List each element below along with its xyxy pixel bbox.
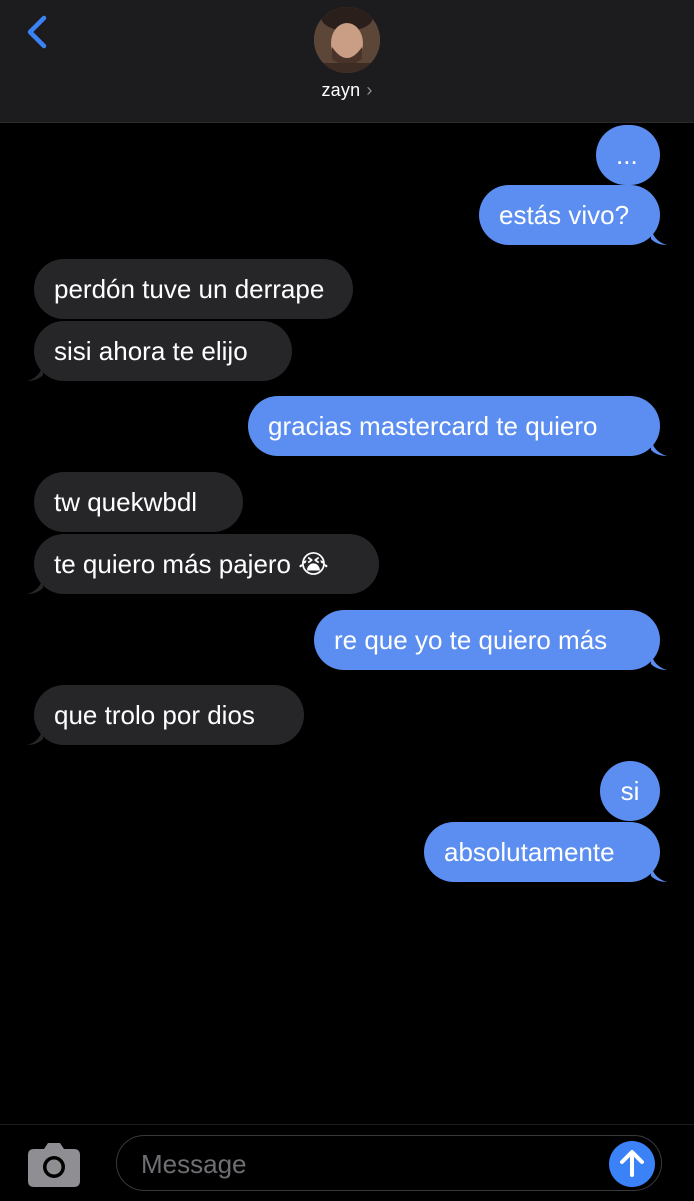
bubble-tail <box>651 227 667 245</box>
message-bubble-received[interactable]: sisi ahora te elijo <box>27 321 292 381</box>
send-button[interactable] <box>609 1141 655 1187</box>
bubble-tail <box>651 864 667 882</box>
message-bubble-received[interactable]: perdón tuve un derrape <box>34 259 353 319</box>
composer-bar <box>0 1124 694 1201</box>
message-text: ... <box>616 140 638 170</box>
message-text: estás vivo? <box>499 200 630 230</box>
message-bubble-received[interactable]: te quiero más pajero 😭 <box>27 534 379 594</box>
chevron-left-icon <box>27 15 47 49</box>
message-text: sisi ahora te elijo <box>54 336 248 366</box>
avatar-photo <box>314 7 380 73</box>
message-text: que trolo por dios <box>54 700 255 730</box>
message-bubble-sent[interactable]: gracias mastercard te quiero <box>248 396 667 456</box>
bubble-tail <box>27 727 43 745</box>
bubble-tail <box>27 363 43 381</box>
bubble-tail <box>27 576 43 594</box>
message-bubble-received[interactable]: que trolo por dios <box>27 685 304 745</box>
message-text: absolutamente <box>444 837 615 867</box>
message-field[interactable] <box>116 1135 662 1191</box>
bubble-tail <box>651 438 667 456</box>
message-bubble-sent[interactable]: si <box>600 761 660 821</box>
bubble-tail <box>651 652 667 670</box>
camera-button[interactable] <box>26 1141 82 1189</box>
contact-name[interactable]: zayn › <box>0 80 694 101</box>
arrow-up-icon <box>620 1150 644 1177</box>
message-bubble-sent[interactable]: ... <box>596 125 660 185</box>
back-button[interactable] <box>20 12 60 56</box>
camera-icon <box>28 1143 80 1187</box>
message-bubble-sent[interactable]: re que yo te quiero más <box>314 610 667 670</box>
message-text: re que yo te quiero más <box>334 625 608 655</box>
message-bubble-sent[interactable]: absolutamente <box>424 822 667 882</box>
message-text: gracias mastercard te quiero <box>268 411 598 441</box>
message-text: tw quekwbdl <box>54 487 198 517</box>
message-bubble-received[interactable]: tw quekwbdl <box>34 472 243 532</box>
conversation-header: zayn › <box>0 0 694 123</box>
contact-avatar[interactable] <box>314 7 380 73</box>
message-bubble-sent[interactable]: estás vivo? <box>479 185 667 245</box>
chevron-right-icon: › <box>366 80 373 100</box>
message-text: perdón tuve un derrape <box>54 274 325 304</box>
contact-name-label: zayn <box>321 80 361 100</box>
message-text: te quiero más pajero 😭 <box>54 549 329 579</box>
message-text: si <box>620 776 640 806</box>
message-input[interactable] <box>139 1145 603 1183</box>
